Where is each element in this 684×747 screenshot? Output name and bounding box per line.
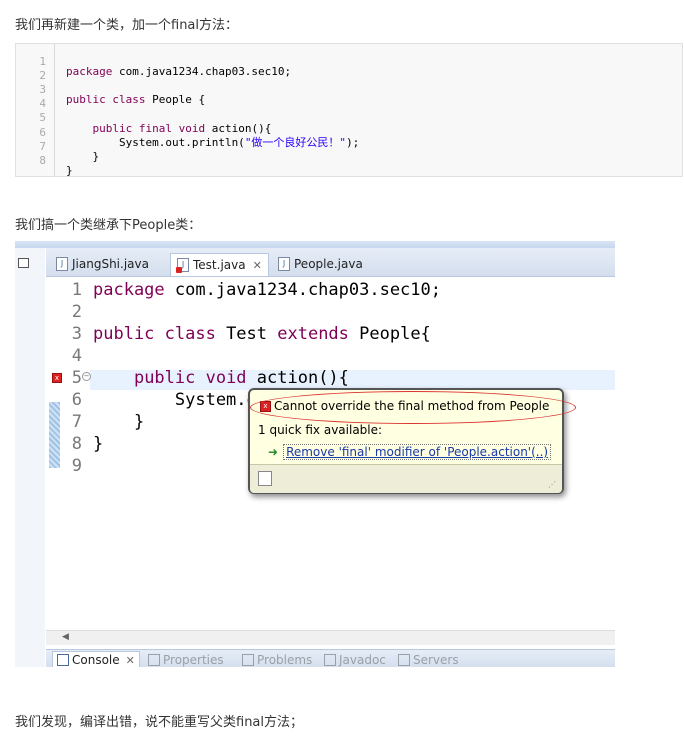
code-line-close-class: } xyxy=(93,434,104,454)
line-number: 1 xyxy=(71,280,82,300)
code-line-close-method: } xyxy=(93,412,145,432)
quick-fix-item[interactable]: ➜ Remove 'final' modifier of 'People.act… xyxy=(268,444,552,460)
code-text: Test xyxy=(215,324,278,344)
tab-console[interactable]: Console ✕ xyxy=(52,651,140,667)
editor-tab-bar: J JiangShi.java J Test.java ✕ J People.j… xyxy=(46,248,615,277)
code-text: People { xyxy=(145,93,206,106)
resize-grip-icon[interactable]: ⋰ xyxy=(548,480,556,489)
line-number: 3 xyxy=(71,324,82,344)
code-line-class: public class People { xyxy=(66,93,205,107)
tab-label: Servers xyxy=(413,653,459,667)
line-number: 5 xyxy=(71,368,82,388)
fold-toggle-icon[interactable]: − xyxy=(82,372,91,381)
servers-icon xyxy=(398,654,410,666)
tab-problems[interactable]: Problems xyxy=(242,653,312,667)
keyword: package xyxy=(93,280,165,300)
line-number: 8 xyxy=(71,434,82,454)
tab-properties[interactable]: Properties xyxy=(148,653,224,667)
code-line-println: System.out.println("做一个良好公民！"); xyxy=(66,136,359,150)
code-line-close-class: } xyxy=(66,164,73,177)
code-text: action(){ xyxy=(246,368,349,388)
keyword: public class xyxy=(66,93,146,106)
line-number: 2 xyxy=(39,69,46,82)
quick-fix-link[interactable]: Remove 'final' modifier of 'People.actio… xyxy=(283,444,552,460)
code-line-method: public void action(){ xyxy=(93,367,349,389)
annotation-ellipse xyxy=(250,391,576,424)
keyword: public final void xyxy=(92,122,206,135)
window-top-border xyxy=(15,241,615,248)
code-text: System.out.println( xyxy=(66,136,245,149)
tab-servers[interactable]: Servers xyxy=(398,653,459,667)
line-number: 7 xyxy=(71,412,82,432)
intro-paragraph: 我们再新建一个类，加一个final方法： xyxy=(15,18,239,33)
code-text: action(){ xyxy=(205,122,272,135)
code-line-method: public final void action(){ xyxy=(66,122,272,136)
left-panel xyxy=(15,248,45,667)
keyword: public void xyxy=(133,368,247,388)
line-number: 3 xyxy=(39,83,46,96)
conclusion-paragraph: 我们发现，编译出错，说不能重写父类final方法； xyxy=(15,715,304,730)
tab-test[interactable]: J Test.java ✕ xyxy=(170,253,269,276)
properties-icon xyxy=(148,654,160,666)
console-icon xyxy=(57,654,69,666)
tab-label: Properties xyxy=(163,653,224,667)
keyword: package xyxy=(66,65,113,78)
line-number: 6 xyxy=(39,126,46,139)
quick-fix-count: 1 quick fix available: xyxy=(258,423,383,437)
line-number: 8 xyxy=(39,154,46,167)
javadoc-icon xyxy=(324,654,336,666)
line-number: 4 xyxy=(71,346,82,366)
bottom-panel-tabs: Console ✕ Properties Problems Javadoc Se… xyxy=(46,649,615,667)
code-text: People{ xyxy=(348,324,431,344)
tab-label: JiangShi.java xyxy=(72,257,149,271)
error-marker-icon[interactable]: x xyxy=(52,373,62,383)
java-file-icon: J xyxy=(278,257,290,271)
line-number: 2 xyxy=(71,302,82,322)
tab-jiangshi[interactable]: J JiangShi.java xyxy=(50,253,155,275)
configure-problem-icon[interactable] xyxy=(258,471,272,486)
line-number: 5 xyxy=(39,111,46,124)
java-file-icon: J xyxy=(56,257,68,271)
line-number: 1 xyxy=(39,55,46,68)
code-block-people: 1 2 3 4 5 6 7 8 package com.java1234.cha… xyxy=(15,43,683,177)
popup-footer: ⋰ xyxy=(250,464,562,493)
close-icon[interactable]: ✕ xyxy=(253,259,262,272)
tab-label: Console xyxy=(72,653,120,667)
code-line-println: System.o xyxy=(93,390,257,410)
inherit-paragraph: 我们搞一个类继承下People类： xyxy=(15,218,202,233)
code-text: com.java1234.chap03.sec10; xyxy=(112,65,292,78)
code-line-close-method: } xyxy=(66,150,100,163)
code-text: com.java1234.chap03.sec10; xyxy=(164,280,441,300)
change-marker xyxy=(49,402,60,468)
close-icon[interactable]: ✕ xyxy=(126,654,135,667)
tab-javadoc[interactable]: Javadoc xyxy=(324,653,386,667)
code-line-class: public class Test extends People{ xyxy=(93,323,431,345)
line-number: 4 xyxy=(39,97,46,110)
line-number: 7 xyxy=(39,140,46,153)
java-error-file-icon: J xyxy=(176,258,189,273)
tab-label: Problems xyxy=(257,653,313,667)
tab-label: People.java xyxy=(294,257,363,271)
keyword: public class xyxy=(93,324,216,344)
fix-arrow-icon: ➜ xyxy=(268,445,279,459)
tab-label: Test.java xyxy=(193,258,246,272)
line-number: 9 xyxy=(71,456,82,476)
tab-label: Javadoc xyxy=(339,653,386,667)
string-literal: "做一个良好公民！" xyxy=(244,136,347,149)
keyword: extends xyxy=(277,324,349,344)
tab-people[interactable]: J People.java xyxy=(272,253,369,275)
code-line-package: package com.java1234.chap03.sec10; xyxy=(93,279,441,301)
line-number: 6 xyxy=(71,390,82,410)
scroll-left-icon[interactable]: ◀ xyxy=(62,632,69,642)
code-text: ); xyxy=(346,136,360,149)
code-line-package: package com.java1234.chap03.sec10; xyxy=(66,65,291,79)
minimize-icon[interactable] xyxy=(18,258,29,268)
problems-icon xyxy=(242,654,254,666)
horizontal-scrollbar[interactable]: ◀ xyxy=(46,630,615,645)
